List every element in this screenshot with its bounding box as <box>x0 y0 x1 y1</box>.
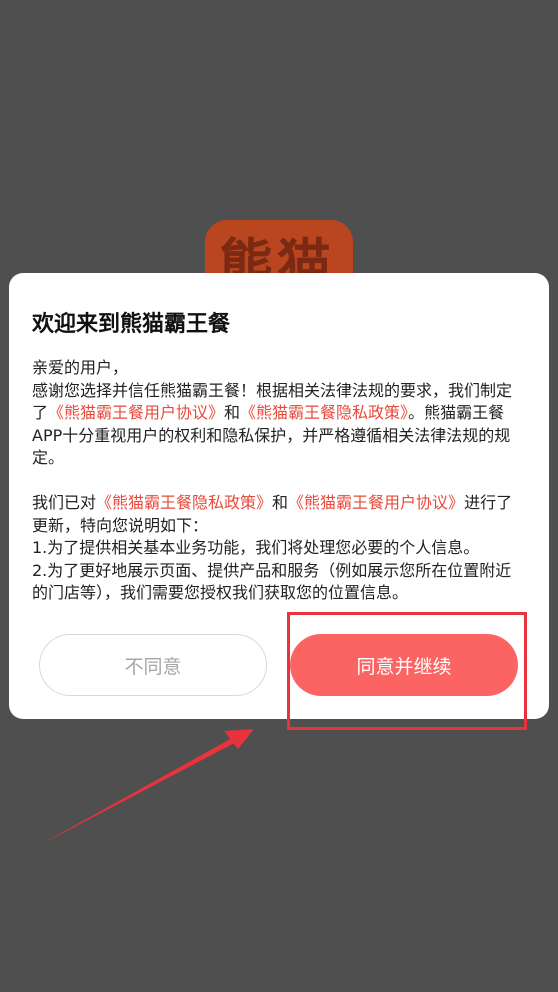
and-text-2: 和 <box>272 493 289 512</box>
dialog-title: 欢迎来到熊猫霸王餐 <box>32 312 231 337</box>
user-agreement-link-2[interactable]: 《熊猫霸王餐用户协议》 <box>288 493 464 512</box>
privacy-policy-link[interactable]: 《熊猫霸王餐隐私政策》 <box>240 403 408 422</box>
and-text-1: 和 <box>224 403 241 422</box>
notice-item-2: 2.为了更好地展示页面、提供产品和服务（例如展示您所在位置附近的门店等），我们需… <box>32 560 512 603</box>
disagree-button-label: 不同意 <box>124 655 182 678</box>
dialog-body: 亲爱的用户， 感谢您选择并信任熊猫霸王餐！根据相关法律法规的要求，我们制定了《熊… <box>32 357 526 605</box>
greeting-text: 亲爱的用户， <box>32 358 129 377</box>
disagree-button[interactable]: 不同意 <box>39 634 267 696</box>
notice-item-1: 1.为了提供相关基本业务功能，我们将处理您必要的个人信息。 <box>32 538 480 557</box>
intro-paragraph: 感谢您选择并信任熊猫霸王餐！根据相关法律法规的要求，我们制定了《熊猫霸王餐用户协… <box>32 380 526 470</box>
privacy-dialog: 欢迎来到熊猫霸王餐 亲爱的用户， 感谢您选择并信任熊猫霸王餐！根据相关法律法规的… <box>9 273 549 719</box>
user-agreement-link[interactable]: 《熊猫霸王餐用户协议》 <box>48 403 224 422</box>
update-paragraph: 我们已对《熊猫霸王餐隐私政策》和《熊猫霸王餐用户协议》进行了更新，特向您说明如下… <box>32 492 526 537</box>
agree-continue-button[interactable]: 同意并继续 <box>290 634 518 696</box>
agree-button-label: 同意并继续 <box>356 655 452 678</box>
update-text-1: 我们已对 <box>32 493 97 512</box>
privacy-policy-link-2[interactable]: 《熊猫霸王餐隐私政策》 <box>96 493 272 512</box>
